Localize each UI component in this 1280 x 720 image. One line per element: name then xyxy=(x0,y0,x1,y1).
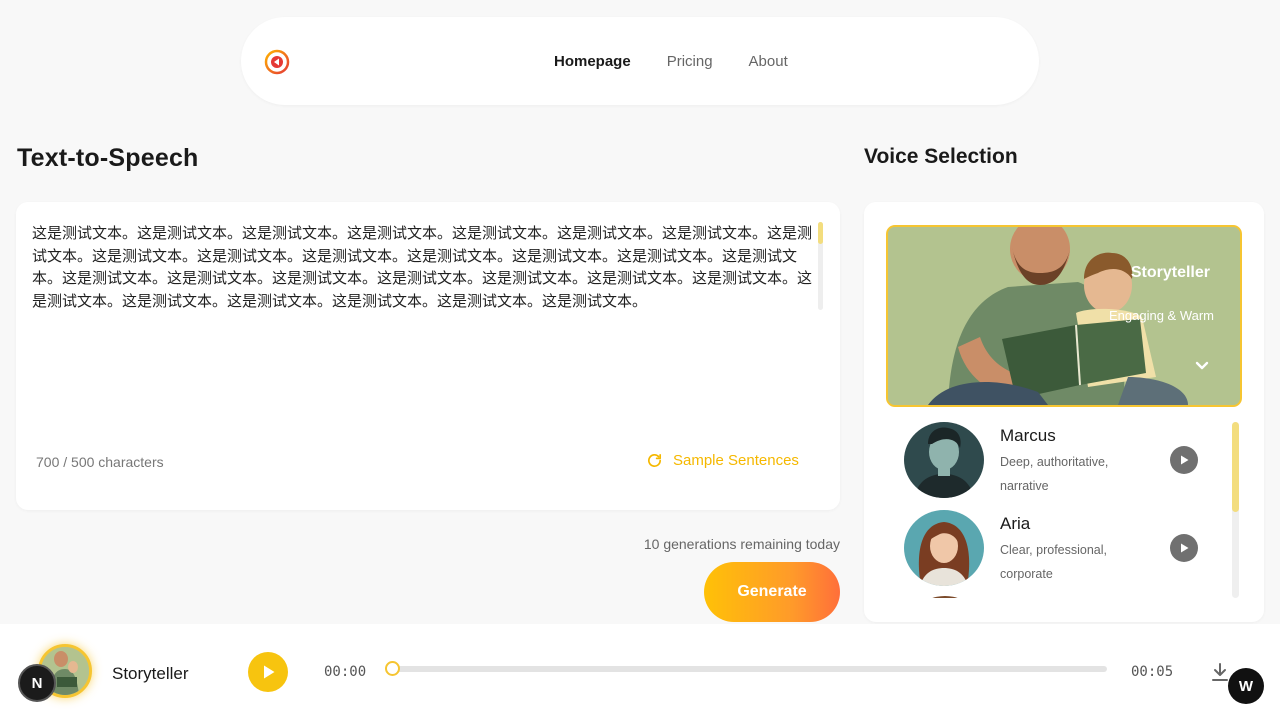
sample-sentences-label: Sample Sentences xyxy=(673,452,799,469)
voice-name: Aria xyxy=(1000,514,1031,533)
nav-link-about[interactable]: About xyxy=(749,53,788,70)
player-play-button[interactable] xyxy=(248,652,288,692)
voice-item-marcus[interactable]: Marcus Deep, authoritative, narrative xyxy=(904,422,1224,510)
voice-list-scrollbar[interactable] xyxy=(1232,422,1239,598)
brand-logo[interactable] xyxy=(264,49,290,75)
avatar xyxy=(904,510,984,586)
play-preview-button[interactable] xyxy=(1170,446,1198,474)
player-voice-name: Storyteller xyxy=(112,664,189,683)
tts-title: Text-to-Speech xyxy=(17,144,199,172)
featured-voice-desc: Engaging & Warm xyxy=(1108,308,1214,323)
text-scrollbar[interactable] xyxy=(818,222,823,310)
voice-desc: Clear, professional, corporate xyxy=(1000,543,1108,581)
download-icon[interactable] xyxy=(1211,662,1229,682)
avatar xyxy=(904,422,984,498)
duration: 00:05 xyxy=(1131,664,1174,680)
voice-name: Marcus xyxy=(1000,426,1056,445)
play-icon xyxy=(264,665,275,679)
progress-knob[interactable] xyxy=(385,661,400,676)
voice-list-scrollbar-thumb[interactable] xyxy=(1232,422,1239,512)
sample-sentences-button[interactable]: Sample Sentences xyxy=(646,452,799,469)
progress-track[interactable] xyxy=(390,666,1107,672)
generate-button[interactable]: Generate xyxy=(704,562,840,622)
navbar: Homepage Pricing About xyxy=(241,17,1039,105)
voice-item-aria[interactable]: Aria Clear, professional, corporate xyxy=(904,510,1224,598)
current-time: 00:00 xyxy=(324,664,367,680)
chevron-down-icon[interactable] xyxy=(1194,357,1210,373)
play-icon xyxy=(1181,455,1189,465)
voice-panel: Storyteller Engaging & Warm Marcus Deep,… xyxy=(864,202,1264,622)
character-count: 700 / 500 characters xyxy=(36,454,164,470)
voice-desc: Deep, authoritative, narrative xyxy=(1000,455,1109,493)
refresh-icon xyxy=(647,453,662,467)
voice-list: Marcus Deep, authoritative, narrative Ar… xyxy=(904,422,1224,598)
text-input[interactable]: 这是测试文本。这是测试文本。这是测试文本。这是测试文本。这是测试文本。这是测试文… xyxy=(32,222,822,312)
play-icon xyxy=(1181,543,1189,553)
nav-links: Homepage Pricing About xyxy=(554,17,788,105)
featured-voice-name: Storyteller xyxy=(1130,264,1210,281)
text-scrollbar-thumb[interactable] xyxy=(818,222,823,244)
n-badge[interactable]: N xyxy=(18,664,56,702)
featured-voice-card[interactable]: Storyteller Engaging & Warm xyxy=(886,225,1242,407)
voice-selection-title: Voice Selection xyxy=(864,145,1018,168)
generations-remaining: 10 generations remaining today xyxy=(643,536,840,552)
audio-player: N Storyteller 00:00 00:05 W xyxy=(0,624,1280,720)
nav-link-pricing[interactable]: Pricing xyxy=(667,53,713,70)
text-input-card: 这是测试文本。这是测试文本。这是测试文本。这是测试文本。这是测试文本。这是测试文… xyxy=(16,202,840,510)
w-badge[interactable]: W xyxy=(1228,668,1264,704)
play-preview-button[interactable] xyxy=(1170,534,1198,562)
nav-link-homepage[interactable]: Homepage xyxy=(554,53,631,70)
